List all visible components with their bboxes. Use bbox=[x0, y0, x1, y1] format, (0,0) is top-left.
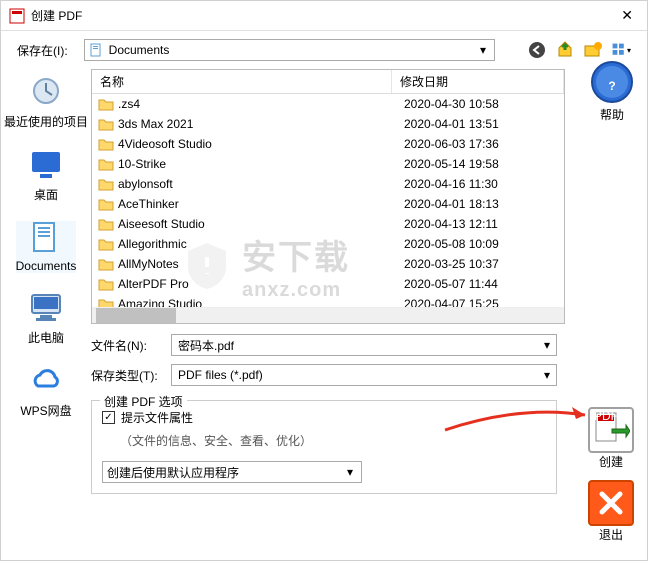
file-date: 2020-06-03 17:36 bbox=[404, 137, 564, 151]
file-date: 2020-04-07 15:25 bbox=[404, 297, 564, 307]
file-date: 2020-04-13 12:11 bbox=[404, 217, 564, 231]
exit-button[interactable]: 退出 bbox=[588, 480, 634, 543]
file-date: 2020-05-14 19:58 bbox=[404, 157, 564, 171]
file-name: abylonsoft bbox=[118, 177, 404, 191]
close-icon[interactable]: ✕ bbox=[615, 7, 639, 24]
options-legend: 创建 PDF 选项 bbox=[100, 393, 187, 410]
new-folder-icon[interactable] bbox=[583, 40, 603, 60]
location-combo[interactable]: Documents ▾ bbox=[84, 39, 495, 61]
folder-icon bbox=[98, 177, 114, 191]
file-name: Amazing Studio bbox=[118, 297, 404, 307]
sidebar-item-thispc[interactable]: 此电脑 bbox=[28, 291, 64, 346]
up-icon[interactable] bbox=[555, 40, 575, 60]
save-in-label: 保存在(I): bbox=[17, 42, 68, 59]
filename-label: 文件名(N): bbox=[91, 337, 161, 354]
file-date: 2020-05-08 10:09 bbox=[404, 237, 564, 251]
file-row[interactable]: abylonsoft2020-04-16 11:30 bbox=[92, 174, 564, 194]
file-name: 4Videosoft Studio bbox=[118, 137, 404, 151]
toolbar: 保存在(I): Documents ▾ ▾ bbox=[1, 31, 647, 69]
folder-icon bbox=[98, 197, 114, 211]
folder-icon bbox=[98, 157, 114, 171]
file-row[interactable]: Allegorithmic2020-05-08 10:09 bbox=[92, 234, 564, 254]
column-header-date[interactable]: 修改日期 bbox=[392, 70, 564, 93]
file-row[interactable]: Aiseesoft Studio2020-04-13 12:11 bbox=[92, 214, 564, 234]
view-mode-icon[interactable]: ▾ bbox=[611, 40, 631, 60]
file-row[interactable]: .zs42020-04-30 10:58 bbox=[92, 94, 564, 114]
file-list: 名称 修改日期 .zs42020-04-30 10:583ds Max 2021… bbox=[91, 69, 565, 324]
filetype-label: 保存类型(T): bbox=[91, 367, 161, 384]
file-date: 2020-04-30 10:58 bbox=[404, 97, 564, 111]
chevron-down-icon: ▾ bbox=[476, 43, 490, 57]
column-header-name[interactable]: 名称 bbox=[92, 70, 392, 93]
chevron-down-icon: ▾ bbox=[343, 465, 357, 479]
sidebar-item-label: 此电脑 bbox=[28, 329, 64, 346]
sidebar-item-label: 最近使用的项目 bbox=[4, 113, 88, 130]
prompt-properties-checkbox[interactable]: ✓ 提示文件属性 bbox=[102, 409, 546, 426]
file-name: AceThinker bbox=[118, 197, 404, 211]
checkbox-icon: ✓ bbox=[102, 411, 115, 424]
file-name: Allegorithmic bbox=[118, 237, 404, 251]
file-name: 3ds Max 2021 bbox=[118, 117, 404, 131]
horizontal-scrollbar[interactable] bbox=[92, 307, 564, 323]
sidebar-item-wps[interactable]: WPS网盘 bbox=[20, 364, 71, 419]
file-date: 2020-04-01 13:51 bbox=[404, 117, 564, 131]
folder-icon bbox=[98, 277, 114, 291]
documents-icon bbox=[89, 43, 103, 57]
folder-icon bbox=[98, 97, 114, 111]
titlebar: 创建 PDF ✕ bbox=[1, 1, 647, 31]
file-list-header: 名称 修改日期 bbox=[92, 70, 564, 94]
file-date: 2020-03-25 10:37 bbox=[404, 257, 564, 271]
back-icon[interactable] bbox=[527, 40, 547, 60]
sidebar-item-label: WPS网盘 bbox=[20, 402, 71, 419]
svg-text:?: ? bbox=[608, 79, 615, 93]
folder-icon bbox=[98, 297, 114, 307]
file-row[interactable]: AceThinker2020-04-01 18:13 bbox=[92, 194, 564, 214]
folder-icon bbox=[98, 217, 114, 231]
sidebar-item-recent[interactable]: 最近使用的项目 bbox=[4, 75, 88, 130]
folder-icon bbox=[98, 257, 114, 271]
file-name: .zs4 bbox=[118, 97, 404, 111]
svg-text:PDF: PDF bbox=[594, 411, 618, 423]
file-date: 2020-05-07 11:44 bbox=[404, 277, 564, 291]
file-name: AllMyNotes bbox=[118, 257, 404, 271]
file-row[interactable]: AllMyNotes2020-03-25 10:37 bbox=[92, 254, 564, 274]
folder-icon bbox=[98, 137, 114, 151]
file-row[interactable]: 3ds Max 20212020-04-01 13:51 bbox=[92, 114, 564, 134]
file-name: 10-Strike bbox=[118, 157, 404, 171]
checkbox-label: 提示文件属性 bbox=[121, 409, 193, 426]
folder-icon bbox=[98, 117, 114, 131]
after-create-combo[interactable]: 创建后使用默认应用程序 ▾ bbox=[102, 461, 362, 483]
file-date: 2020-04-16 11:30 bbox=[404, 177, 564, 191]
file-row[interactable]: AlterPDF Pro2020-05-07 11:44 bbox=[92, 274, 564, 294]
app-icon bbox=[9, 8, 25, 24]
filename-input[interactable]: 密码本.pdf ▾ bbox=[171, 334, 557, 356]
help-label: 帮助 bbox=[600, 106, 624, 123]
filetype-combo[interactable]: PDF files (*.pdf) ▾ bbox=[171, 364, 557, 386]
file-list-body[interactable]: .zs42020-04-30 10:583ds Max 20212020-04-… bbox=[92, 94, 564, 307]
pdf-options-group: 创建 PDF 选项 ✓ 提示文件属性 （文件的信息、安全、查看、优化） 创建后使… bbox=[91, 400, 557, 494]
exit-label: 退出 bbox=[599, 526, 623, 543]
options-hint: （文件的信息、安全、查看、优化） bbox=[120, 432, 546, 449]
file-date: 2020-04-01 18:13 bbox=[404, 197, 564, 211]
create-button[interactable]: PDF 创建 bbox=[588, 407, 634, 470]
sidebar-item-label: Documents bbox=[16, 259, 77, 273]
sidebar-item-label: 桌面 bbox=[34, 186, 58, 203]
file-name: Aiseesoft Studio bbox=[118, 217, 404, 231]
chevron-down-icon: ▾ bbox=[544, 338, 550, 352]
window-title: 创建 PDF bbox=[31, 7, 615, 24]
file-row[interactable]: Amazing Studio2020-04-07 15:25 bbox=[92, 294, 564, 307]
file-name: AlterPDF Pro bbox=[118, 277, 404, 291]
create-label: 创建 bbox=[599, 453, 623, 470]
file-row[interactable]: 10-Strike2020-05-14 19:58 bbox=[92, 154, 564, 174]
sidebar-item-desktop[interactable]: 桌面 bbox=[28, 148, 64, 203]
folder-icon bbox=[98, 237, 114, 251]
help-button[interactable]: ? 帮助 bbox=[590, 60, 634, 123]
file-row[interactable]: 4Videosoft Studio2020-06-03 17:36 bbox=[92, 134, 564, 154]
sidebar-item-documents[interactable]: Documents bbox=[16, 221, 77, 273]
chevron-down-icon: ▾ bbox=[544, 368, 550, 382]
places-sidebar: 最近使用的项目 桌面 Documents 此电脑 WPS网盘 bbox=[1, 69, 91, 560]
location-text: Documents bbox=[109, 43, 470, 57]
